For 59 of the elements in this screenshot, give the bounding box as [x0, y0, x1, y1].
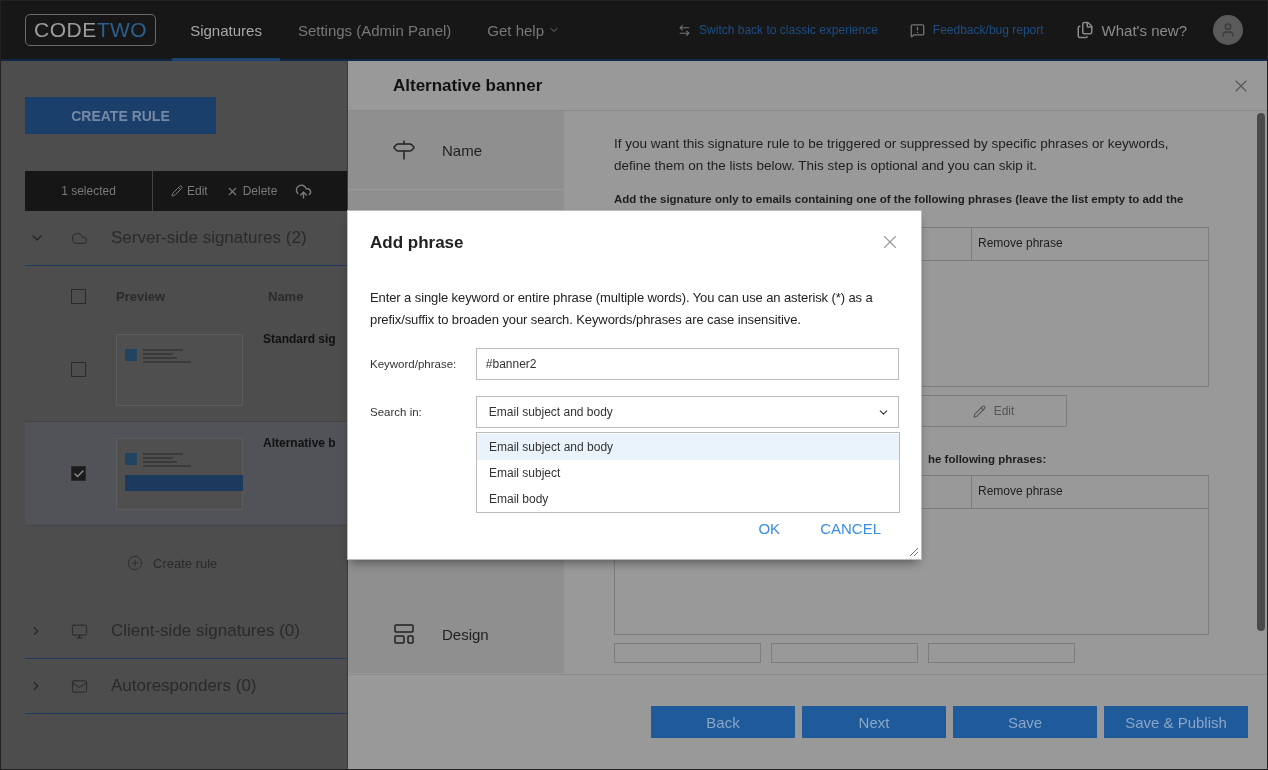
resize-grip-icon[interactable]: [909, 547, 919, 557]
whats-new-link[interactable]: What's new?: [1075, 21, 1187, 39]
step-label: Name: [442, 141, 482, 159]
rule-name: Standard sig: [263, 332, 336, 346]
nav-tab[interactable]: Get help: [469, 2, 578, 61]
intro-text: If you want this signature rule to be triggered or suppressed by specific phrases or keywords, define them on the lists below. This step is optional and you can skip it.: [614, 135, 1170, 175]
monitor-icon: [71, 622, 88, 640]
section-heading: he following phrases:: [928, 453, 1048, 465]
keyword-field[interactable]: #banner2: [475, 348, 899, 380]
checkbox[interactable]: [71, 288, 86, 304]
swap-arrows-icon: [678, 23, 692, 37]
footer-button[interactable]: Save: [953, 706, 1097, 738]
create-rule-button[interactable]: CREATE RULE: [25, 97, 216, 134]
pencil-icon: [171, 185, 183, 197]
nav-tab[interactable]: Settings (Admin Panel): [279, 2, 470, 61]
dialog-button[interactable]: CANCEL: [820, 520, 881, 537]
table-button[interactable]: [614, 643, 761, 663]
rule-name: Alternative b: [263, 436, 336, 450]
signpost-icon: [392, 138, 416, 162]
checkbox[interactable]: [71, 362, 86, 377]
dropdown-option[interactable]: Email subject and body: [477, 434, 899, 460]
step-label: Design: [442, 625, 489, 643]
step-item[interactable]: Design: [348, 595, 564, 674]
documents-icon: [1075, 21, 1094, 39]
dialog-description: Enter a single keyword or entire phrase (multiple words). You can use an asterisk (*) as a prefix/suffix to broaden your search. Keywords/phrases are case insensitive.: [370, 289, 874, 329]
dialog-title: Add phrase: [370, 233, 464, 253]
field-label: Keyword/phrase:: [370, 358, 458, 370]
layout-icon: [392, 622, 416, 646]
footer-button[interactable]: Back: [651, 706, 795, 738]
column-header: Remove phrase: [971, 228, 1208, 260]
scrollbar[interactable]: [1257, 113, 1265, 631]
rule-row[interactable]: Standard sig: [25, 318, 347, 422]
speech-bubble-icon: [909, 22, 925, 38]
edit-button[interactable]: Edit: [920, 395, 1067, 427]
table-button[interactable]: [928, 643, 1075, 663]
envelope-icon: [71, 677, 88, 695]
nav-tab[interactable]: Signatures: [172, 2, 280, 61]
toolbar-button[interactable]: Edit: [171, 184, 208, 198]
header-link[interactable]: Feedback/bug report: [909, 22, 1044, 38]
column-header: Remove phrase: [971, 476, 1208, 508]
header-link[interactable]: Switch back to classic experience: [678, 23, 878, 37]
upload-button[interactable]: [295, 182, 313, 200]
dialog-button[interactable]: OK: [758, 520, 781, 537]
pencil-icon: [972, 404, 986, 418]
selection-count: 1 selected: [25, 171, 153, 211]
rule-row[interactable]: Alternative b: [25, 422, 347, 526]
logo: CODETWO: [25, 14, 157, 46]
plus-circle-icon: [127, 555, 143, 571]
panel-title: Alternative banner: [393, 75, 543, 96]
toolbar-button[interactable]: Delete: [225, 184, 278, 198]
checkbox[interactable]: [71, 466, 86, 481]
step-item[interactable]: Name: [348, 111, 564, 190]
avatar-icon[interactable]: [1213, 15, 1243, 45]
footer-button[interactable]: Save & Publish: [1104, 706, 1248, 738]
table-button[interactable]: [771, 643, 918, 663]
section-heading: Add the signature only to emails containing one of the following phrases (leave the list empty to add the: [614, 193, 1185, 205]
footer-button[interactable]: Next: [802, 706, 946, 738]
field-label: Search in:: [370, 406, 423, 418]
search-in-select[interactable]: Email subject and body: [475, 396, 899, 428]
